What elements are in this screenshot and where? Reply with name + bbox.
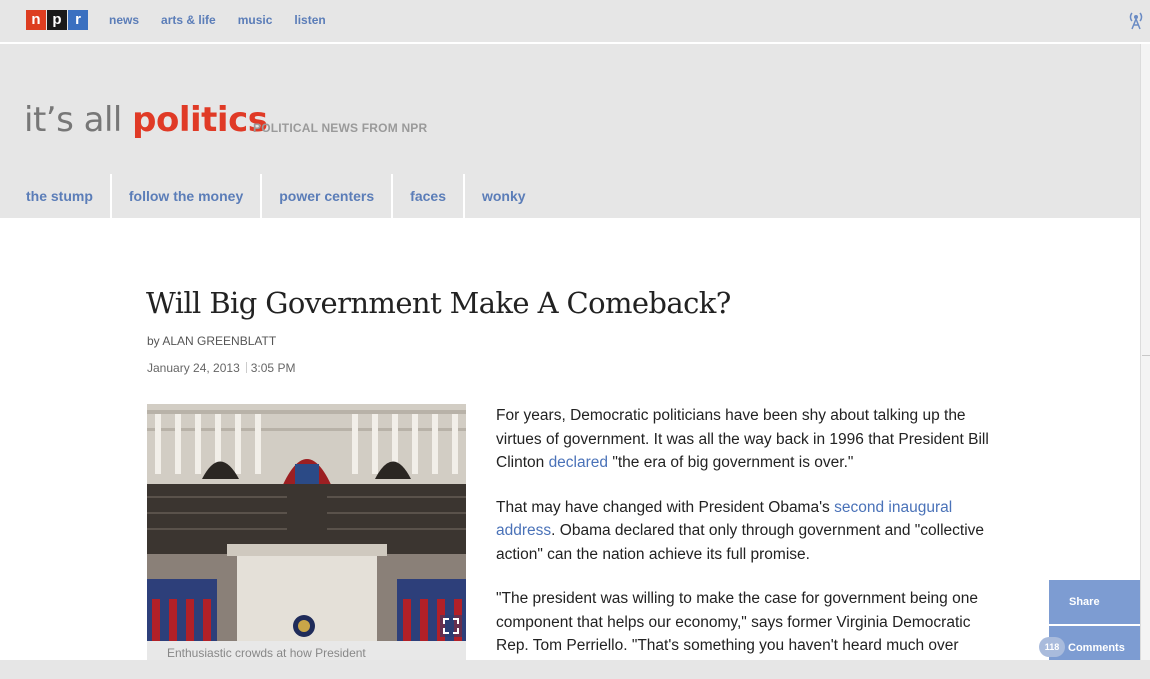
article-dateline: January 24, 2013 3:05 PM xyxy=(147,361,295,375)
primary-nav: news arts & life music listen xyxy=(109,13,348,27)
author-name[interactable]: Alan Greenblatt xyxy=(162,334,276,348)
section-link-wonky[interactable]: wonky xyxy=(465,174,543,218)
article-photo[interactable] xyxy=(147,404,466,641)
npr-logo[interactable]: n p r xyxy=(26,10,89,30)
share-button[interactable]: Share xyxy=(1049,580,1140,624)
blog-header: it’s all politics POLITICAL NEWS FROM NP… xyxy=(0,44,1140,218)
article-time: 3:05 PM xyxy=(250,361,296,375)
article-byline: by Alan Greenblatt xyxy=(147,334,276,348)
inauguration-photo-illustration xyxy=(147,404,466,641)
section-link-power-centers[interactable]: power centers xyxy=(262,174,394,218)
top-navigation-bar: n p r news arts & life music listen xyxy=(0,0,1150,44)
article-paragraph: For years, Democratic politicians have b… xyxy=(496,404,1001,475)
photo-caption-text: Enthusiastic crowds at how President xyxy=(167,646,366,660)
blog-title-prefix: it’s all xyxy=(24,100,133,140)
blog-title[interactable]: it’s all politics xyxy=(24,100,268,140)
paragraph-text: "The president was willing to make the c… xyxy=(496,590,978,654)
page-scrollbar[interactable] xyxy=(1140,44,1150,660)
blog-title-accent: politics xyxy=(132,100,268,140)
paragraph-text: That may have changed with President Oba… xyxy=(496,498,835,516)
blog-tagline: POLITICAL NEWS FROM NPR xyxy=(253,121,428,135)
article-date: January 24, 2013 xyxy=(147,361,240,375)
blog-section-nav: the stump follow the money power centers… xyxy=(0,174,543,218)
expand-icon[interactable] xyxy=(440,615,462,637)
article-body: For years, Democratic politicians have b… xyxy=(496,404,1001,679)
npr-logo-letter-r: r xyxy=(68,10,88,30)
section-link-follow-the-money[interactable]: follow the money xyxy=(112,174,263,218)
scrollbar-thumb[interactable] xyxy=(1142,355,1150,356)
nav-link-listen[interactable]: listen xyxy=(294,13,325,27)
npr-logo-letter-n: n xyxy=(26,10,46,30)
article-headline: Will Big Government Make A Comeback? xyxy=(146,286,731,320)
paragraph-text: . Obama declared that only through gover… xyxy=(496,522,985,563)
date-separator xyxy=(245,362,247,373)
article-paragraph: That may have changed with President Oba… xyxy=(496,496,1001,567)
comments-label: Comments xyxy=(1068,642,1125,654)
article-paragraph: "The president was willing to make the c… xyxy=(496,587,1001,658)
npr-logo-letter-p: p xyxy=(47,10,67,30)
article-container: Will Big Government Make A Comeback? by … xyxy=(0,218,1140,660)
byline-prefix: by xyxy=(147,334,160,348)
nav-link-news[interactable]: news xyxy=(109,13,139,27)
section-link-faces[interactable]: faces xyxy=(393,174,465,218)
photo-caption: Enthusiastic crowds at how President xyxy=(147,641,466,660)
nav-link-arts-life[interactable]: arts & life xyxy=(161,13,216,27)
section-link-the-stump[interactable]: the stump xyxy=(0,174,112,218)
radio-tower-icon[interactable] xyxy=(1126,10,1146,30)
link-declared[interactable]: declared xyxy=(549,454,608,471)
comments-button[interactable]: 118 Comments xyxy=(1039,626,1140,660)
comments-count-badge: 118 xyxy=(1039,637,1065,657)
paragraph-text: "the era of big government is over." xyxy=(608,454,854,471)
nav-link-music[interactable]: music xyxy=(238,13,273,27)
